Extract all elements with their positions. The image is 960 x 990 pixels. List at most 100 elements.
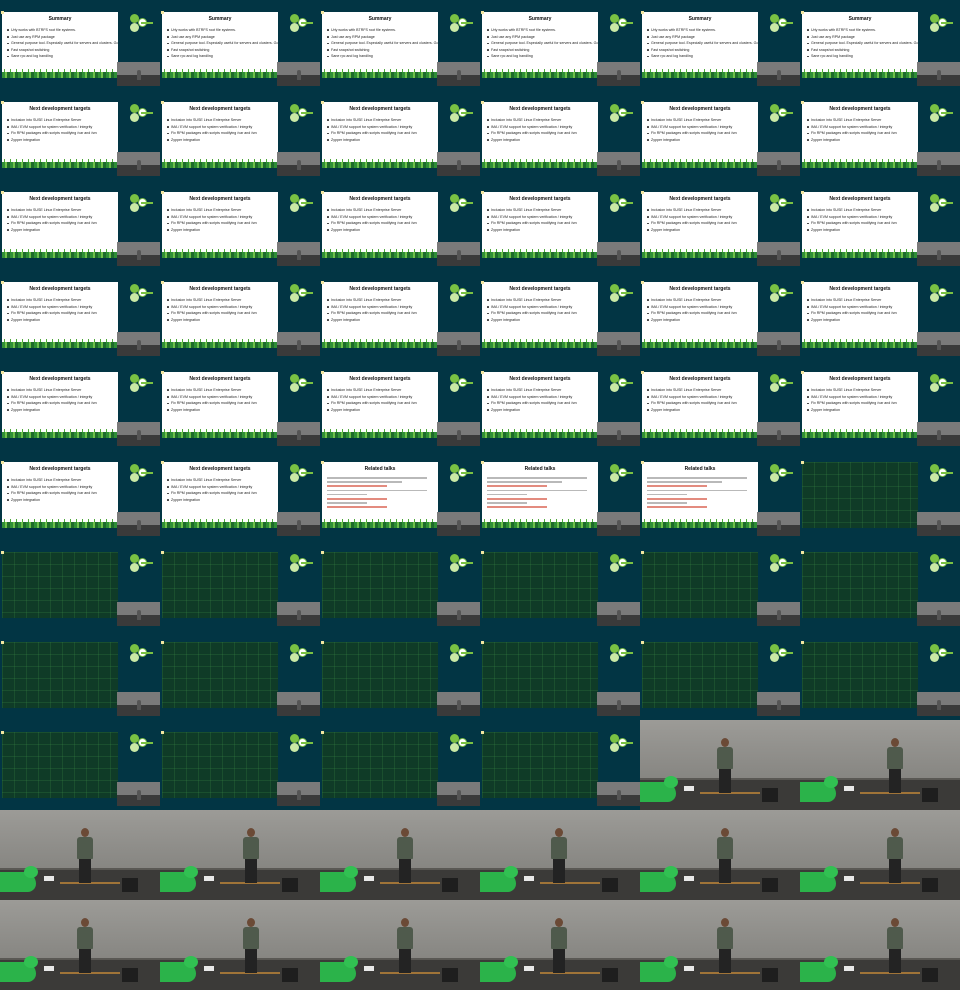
speaker-torso [717, 927, 733, 949]
laptop [524, 966, 534, 971]
video-frame-thumbnail[interactable]: Next development targets Inclusion into S… [480, 180, 640, 270]
video-frame-thumbnail[interactable]: Summary Urly works with BTRFS root file s… [160, 0, 320, 90]
video-frame-thumbnail[interactable]: Related talks [640, 450, 800, 540]
video-frame-thumbnail[interactable]: Next development targets Inclusion into S… [320, 180, 480, 270]
video-frame-thumbnail[interactable]: Next development targets Inclusion into S… [160, 360, 320, 450]
bullet-item: Inclusion into SUSE Linux Enterprise Ser… [647, 207, 737, 214]
video-frame-thumbnail[interactable]: Next development targets Inclusion into S… [640, 180, 800, 270]
speaker-camera-inset [437, 692, 480, 716]
video-frame-thumbnail[interactable] [800, 810, 960, 900]
video-frame-thumbnail[interactable] [480, 810, 640, 900]
video-frame-thumbnail[interactable] [320, 540, 480, 630]
video-frame-thumbnail[interactable] [0, 540, 160, 630]
video-frame-thumbnail[interactable]: Next development targets Inclusion into S… [0, 270, 160, 360]
bullet-list: Inclusion into SUSE Linux Enterprise Ser… [167, 297, 257, 323]
video-frame-thumbnail[interactable] [0, 720, 160, 810]
speaker-camera-inset [597, 152, 640, 176]
video-frame-thumbnail[interactable]: Next development targets Inclusion into S… [320, 90, 480, 180]
video-frame-thumbnail[interactable]: Next development targets Inclusion into S… [640, 90, 800, 180]
video-frame-thumbnail[interactable] [0, 900, 160, 990]
slide-summary: Summary Urly works with BTRFS root file s… [162, 12, 278, 78]
video-frame-thumbnail[interactable] [480, 540, 640, 630]
video-frame-thumbnail[interactable] [320, 810, 480, 900]
video-frame-thumbnail[interactable]: Next development targets Inclusion into S… [800, 90, 960, 180]
speaker-camera-inset [917, 422, 960, 446]
video-frame-thumbnail[interactable]: Related talks [320, 450, 480, 540]
video-frame-thumbnail[interactable]: Next development targets Inclusion into S… [640, 360, 800, 450]
video-frame-thumbnail[interactable]: Related talks [480, 450, 640, 540]
video-frame-thumbnail[interactable] [640, 900, 800, 990]
video-frame-thumbnail[interactable]: Next development targets Inclusion into S… [160, 90, 320, 180]
logo-shape [301, 112, 313, 114]
slide-corner-marker [641, 461, 644, 464]
related-talk-line [487, 493, 527, 496]
video-frame-thumbnail[interactable] [640, 810, 800, 900]
video-frame-thumbnail[interactable]: Next development targets Inclusion into S… [0, 450, 160, 540]
logo-shape [301, 22, 313, 24]
geeko-logo-icon [608, 374, 634, 398]
video-frame-thumbnail[interactable] [640, 630, 800, 720]
video-frame-thumbnail[interactable]: Next development targets Inclusion into S… [320, 360, 480, 450]
video-frame-thumbnail[interactable] [800, 900, 960, 990]
video-frame-thumbnail[interactable]: Next development targets Inclusion into S… [160, 450, 320, 540]
video-frame-thumbnail[interactable]: Summary Urly works with BTRFS root file s… [0, 0, 160, 90]
video-frame-thumbnail[interactable]: Next development targets Inclusion into S… [800, 180, 960, 270]
video-frame-thumbnail[interactable] [320, 900, 480, 990]
video-frame-thumbnail[interactable] [160, 540, 320, 630]
video-frame-thumbnail[interactable] [160, 810, 320, 900]
bullet-list: Inclusion into SUSE Linux Enterprise Ser… [807, 207, 897, 233]
video-frame-thumbnail[interactable] [480, 720, 640, 810]
video-frame-thumbnail[interactable]: Next development targets Inclusion into S… [800, 270, 960, 360]
slide-title: Next development targets [829, 286, 891, 292]
video-frame-thumbnail[interactable]: Next development targets Inclusion into S… [160, 270, 320, 360]
video-frame-thumbnail[interactable] [160, 720, 320, 810]
bullet-item: Sane rpc and log handling [7, 53, 118, 60]
geeko-logo-icon [768, 374, 794, 398]
bullet-item: Zypper integration [487, 317, 577, 324]
video-frame-thumbnail[interactable] [800, 450, 960, 540]
video-frame-thumbnail[interactable] [0, 630, 160, 720]
video-frame-thumbnail[interactable]: Summary Urly works with BTRFS root file s… [640, 0, 800, 90]
bullet-item: Fix RPM packages with scripts modifying … [7, 130, 97, 137]
bullet-item: Zypper integration [327, 227, 417, 234]
video-frame-thumbnail[interactable] [800, 630, 960, 720]
video-frame-thumbnail[interactable]: Next development targets Inclusion into S… [480, 90, 640, 180]
video-frame-thumbnail[interactable] [800, 540, 960, 630]
logo-shape [141, 652, 153, 654]
video-frame-thumbnail[interactable] [640, 540, 800, 630]
geeko-logo-icon [448, 14, 474, 38]
slide-corner-marker [801, 551, 804, 554]
video-frame-thumbnail[interactable]: Next development targets Inclusion into S… [640, 270, 800, 360]
video-frame-thumbnail[interactable] [320, 630, 480, 720]
video-frame-thumbnail[interactable]: Next development targets Inclusion into S… [0, 180, 160, 270]
video-frame-thumbnail[interactable] [160, 900, 320, 990]
video-frame-thumbnail[interactable] [160, 630, 320, 720]
bullet-item: Fix RPM packages with scripts modifying … [807, 310, 897, 317]
video-frame-thumbnail[interactable]: Next development targets Inclusion into S… [480, 270, 640, 360]
video-frame-thumbnail[interactable]: Summary Urly works with BTRFS root file s… [800, 0, 960, 90]
slide-next: Next development targets Inclusion into S… [482, 102, 598, 168]
video-frame-thumbnail[interactable] [0, 810, 160, 900]
logo-shape [781, 652, 793, 654]
video-frame-thumbnail[interactable] [800, 720, 960, 810]
speaker [394, 918, 416, 988]
video-frame-thumbnail[interactable]: Next development targets Inclusion into S… [800, 360, 960, 450]
video-frame-thumbnail[interactable]: Next development targets Inclusion into S… [320, 270, 480, 360]
video-frame-thumbnail[interactable] [640, 720, 800, 810]
video-frame-thumbnail[interactable] [480, 900, 640, 990]
video-frame-thumbnail[interactable]: Next development targets Inclusion into S… [160, 180, 320, 270]
logo-shape [781, 562, 793, 564]
video-frame-thumbnail[interactable]: Next development targets Inclusion into S… [0, 360, 160, 450]
video-frame-thumbnail[interactable]: Summary Urly works with BTRFS root file s… [320, 0, 480, 90]
video-frame-thumbnail[interactable]: Next development targets Inclusion into S… [480, 360, 640, 450]
video-frame-thumbnail[interactable]: Summary Urly works with BTRFS root file s… [480, 0, 640, 90]
geeko-logo-icon [448, 194, 474, 218]
grass-decoration [642, 339, 758, 348]
bullet-item: Inclusion into SUSE Linux Enterprise Ser… [327, 207, 417, 214]
video-frame-thumbnail[interactable] [480, 630, 640, 720]
video-frame-thumbnail[interactable]: Next development targets Inclusion into S… [0, 90, 160, 180]
grid-pattern [802, 642, 918, 708]
slide-title: Summary [848, 16, 872, 22]
logo-shape [141, 202, 153, 204]
video-frame-thumbnail[interactable] [320, 720, 480, 810]
